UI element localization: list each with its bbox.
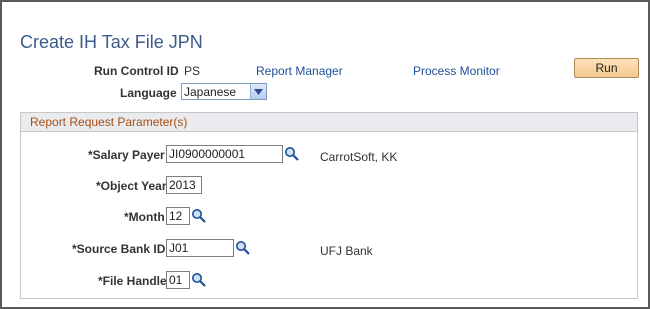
report-manager-link[interactable]: Report Manager bbox=[256, 64, 343, 78]
salary-payer-label: *Salary Payer bbox=[88, 148, 165, 162]
run-control-label: Run Control ID bbox=[94, 64, 179, 78]
file-handle-input[interactable]: 01 bbox=[166, 271, 190, 289]
group-title: Report Request Parameter(s) bbox=[30, 115, 188, 129]
source-bank-id-input[interactable]: J01 bbox=[166, 239, 234, 257]
file-handle-label: *File Handle bbox=[98, 274, 167, 288]
object-year-input[interactable]: 2013 bbox=[166, 176, 202, 194]
group-header: Report Request Parameter(s) bbox=[21, 113, 637, 132]
language-select[interactable]: Japanese bbox=[181, 83, 267, 100]
source-bank-id-label: *Source Bank ID bbox=[72, 242, 166, 256]
page-title: Create IH Tax File JPN bbox=[20, 32, 203, 52]
page-frame: Create IH Tax File JPN Run Control ID PS… bbox=[0, 0, 650, 309]
run-control-value: PS bbox=[184, 64, 201, 78]
language-label: Language bbox=[120, 86, 177, 100]
source-bank-description: UFJ Bank bbox=[320, 244, 373, 258]
salary-payer-description: CarrotSoft, KK bbox=[320, 150, 398, 164]
object-year-label: *Object Year bbox=[96, 179, 167, 193]
salary-payer-input[interactable]: JI0900000001 bbox=[166, 145, 283, 163]
language-value: Japanese bbox=[184, 85, 237, 99]
file-handle-lookup-icon[interactable] bbox=[191, 272, 207, 288]
report-request-parameters-group: Report Request Parameter(s) bbox=[20, 112, 638, 299]
chevron-down-icon[interactable] bbox=[250, 84, 266, 99]
source-bank-lookup-icon[interactable] bbox=[235, 240, 251, 256]
month-lookup-icon[interactable] bbox=[191, 208, 207, 224]
month-input[interactable]: 12 bbox=[166, 207, 190, 225]
month-label: *Month bbox=[124, 210, 165, 224]
run-button[interactable]: Run bbox=[574, 58, 639, 78]
process-monitor-link[interactable]: Process Monitor bbox=[413, 64, 500, 78]
salary-payer-lookup-icon[interactable] bbox=[284, 146, 300, 162]
